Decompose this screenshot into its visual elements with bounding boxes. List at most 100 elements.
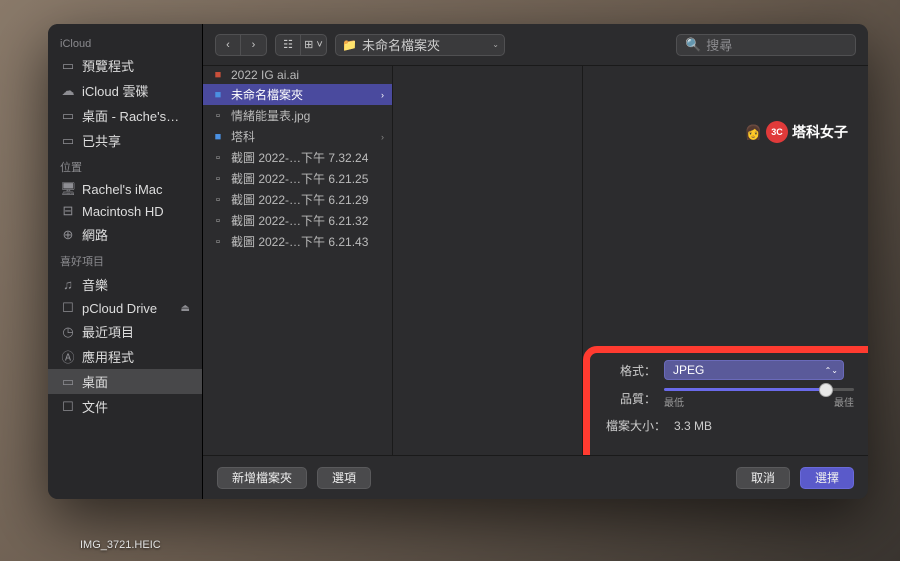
quality-slider[interactable] [664,388,854,391]
image-file-icon: ▫ [211,173,225,185]
file-row[interactable]: ▫截圖 2022-…下午 6.21.25 [203,168,392,189]
quality-max-label: 最佳 [834,394,854,409]
sidebar-item-desktop[interactable]: ▭ 桌面 [48,369,202,394]
ai-file-icon: ■ [211,69,225,81]
search-field[interactable]: 🔍 搜尋 [676,34,856,56]
desktop-icon: ▭ [60,108,76,124]
search-icon: 🔍 [685,37,701,53]
sidebar-item-label: 文件 [82,397,108,416]
sidebar-item-pcloud[interactable]: ☐pCloud Drive⏏ [48,297,202,319]
file-name: 情緒能量表.jpg [231,107,310,124]
cancel-button[interactable]: 取消 [736,467,790,489]
folder-icon: ▭ [60,58,76,74]
export-options-panel: 格式： JPEG ⌃⌄ 品質： 最低 [583,346,868,455]
folder-icon: ■ [211,131,225,143]
dialog-footer: 新增檔案夾 選項 取消 選擇 [203,455,868,499]
watermark: 👩 3C 塔科女子 [745,121,848,143]
file-name: 2022 IG ai.ai [231,68,299,82]
watermark-text: 塔科女子 [792,122,848,142]
network-icon: ⊕ [60,227,76,243]
image-file-icon: ▫ [211,152,225,164]
main-panel: ‹ › ☷ ⊞ ˅ 📁 未命名檔案夾 ⌄ 🔍 搜尋 [203,24,868,499]
documents-icon: ☐ [60,399,76,415]
sidebar-item-documents[interactable]: ☐ 文件 [48,394,202,419]
quality-label: 品質： [601,390,656,407]
file-name: 截圖 2022-…下午 6.21.32 [231,212,368,229]
path-label: 未命名檔案夾 [362,35,440,54]
column-1[interactable]: ■2022 IG ai.ai ■未命名檔案夾› ▫情緒能量表.jpg ■塔科› … [203,66,393,455]
image-file-icon: ▫ [211,215,225,227]
sidebar-item-icloud-drive[interactable]: ☁iCloud 雲碟 [48,78,202,103]
sidebar-item-recent[interactable]: ◷ 最近項目 [48,319,202,344]
chevron-left-icon: ‹ [226,39,230,51]
file-name: 塔科 [231,128,255,145]
column-2[interactable] [393,66,583,455]
background-thumbnail-label: IMG_3721.HEIC [80,539,161,551]
image-file-icon: ▫ [211,236,225,248]
sidebar-item-imac[interactable]: 🖥Rachel's iMac [48,178,202,200]
sidebar-item-label: 網路 [82,225,108,244]
sidebar-item-label: iCloud 雲碟 [82,81,148,100]
sidebar-section-icloud: iCloud [48,32,202,53]
sidebar-item-desktop-icloud[interactable]: ▭ 桌面 - Rache's… [48,103,202,128]
sidebar-item-label: 應用程式 [82,347,134,366]
chevron-right-icon: › [381,132,384,142]
view-grid-button[interactable]: ⊞ ˅ [301,34,327,56]
sidebar-item-shared[interactable]: ▭ 已共享 [48,128,202,153]
file-name: 未命名檔案夾 [231,86,303,103]
sidebar-item-preview[interactable]: ▭預覽程式 [48,53,202,78]
sidebar-item-music[interactable]: ♫音樂 [48,272,202,297]
file-row[interactable]: ▫情緒能量表.jpg [203,105,392,126]
watermark-avatar-icon: 👩 [745,124,762,141]
sidebar-item-network[interactable]: ⊕ 網路 [48,222,202,247]
sidebar-item-label: 桌面 - Rache's… [82,106,179,125]
sidebar-item-label: 已共享 [82,131,121,150]
desktop-icon: ▭ [60,374,76,390]
disk-icon: ⊟ [60,203,76,219]
folder-icon: ■ [211,89,225,101]
nav-buttons: ‹ › [215,34,267,56]
image-file-icon: ▫ [211,194,225,206]
options-button[interactable]: 選項 [317,467,371,489]
file-row[interactable]: ■ 塔科 › [203,126,392,147]
file-name: 截圖 2022-…下午 6.21.43 [231,233,368,250]
filesize-value: 3.3 MB [674,419,712,433]
choose-button[interactable]: 選擇 [800,467,854,489]
sidebar-item-label: Rachel's iMac [82,182,163,197]
sidebar-item-macintosh-hd[interactable]: ⊟ Macintosh HD [48,200,202,222]
view-columns-button[interactable]: ☷ [275,34,301,56]
search-placeholder: 搜尋 [706,35,732,54]
view-buttons: ☷ ⊞ ˅ [275,34,327,56]
save-dialog: iCloud ▭預覽程式 ☁iCloud 雲碟 ▭ 桌面 - Rache's… ▭… [48,24,868,499]
file-row[interactable]: ▫ 截圖 2022-…下午 6.21.32 [203,210,392,231]
format-value: JPEG [673,363,704,377]
eject-icon[interactable]: ⏏ [181,303,190,314]
forward-button[interactable]: › [241,34,267,56]
shared-icon: ▭ [60,133,76,149]
sidebar-item-label: 桌面 [82,372,108,391]
file-row[interactable]: ▫ 截圖 2022-…下午 6.21.29 [203,189,392,210]
file-row[interactable]: ▫ 截圖 2022-…下午 6.21.43 [203,231,392,252]
slider-thumb[interactable] [819,383,833,397]
sidebar-item-label: Macintosh HD [82,204,164,219]
chevron-updown-icon: ⌄ [492,40,499,49]
grid-icon: ⊞ ˅ [304,38,323,51]
sidebar-item-label: 最近項目 [82,322,134,341]
file-name: 截圖 2022-…下午 6.21.29 [231,191,368,208]
file-row[interactable]: ■ 2022 IG ai.ai [203,66,392,84]
doc-icon: ☐ [60,300,76,316]
columns-icon: ☷ [283,38,293,51]
file-row[interactable]: ▫截圖 2022-…下午 7.32.24 [203,147,392,168]
path-dropdown[interactable]: 📁 未命名檔案夾 ⌄ [335,34,505,56]
back-button[interactable]: ‹ [215,34,241,56]
folder-icon: 📁 [342,38,357,52]
format-dropdown[interactable]: JPEG ⌃⌄ [664,360,844,380]
column-browser: ■2022 IG ai.ai ■未命名檔案夾› ▫情緒能量表.jpg ■塔科› … [203,66,868,455]
recent-icon: ◷ [60,324,76,340]
file-row[interactable]: ■ 未命名檔案夾 › [203,84,392,105]
apps-icon: Ⓐ [60,347,76,366]
new-folder-button[interactable]: 新增檔案夾 [217,467,307,489]
chevron-right-icon: › [381,90,384,100]
quality-min-label: 最低 [664,394,684,409]
sidebar-item-applications[interactable]: Ⓐ 應用程式 [48,344,202,369]
